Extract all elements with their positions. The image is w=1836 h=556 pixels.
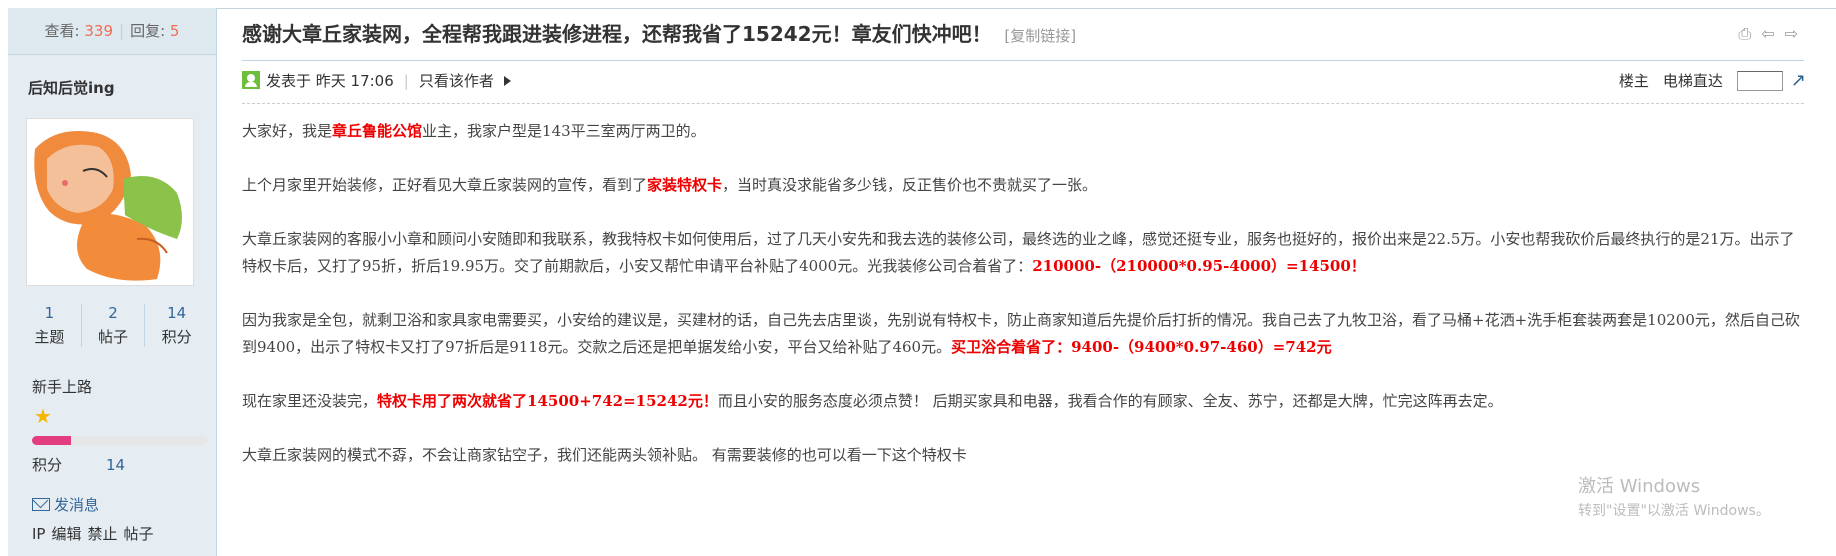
print-icon[interactable]: ⎙ bbox=[1738, 24, 1751, 44]
post-meta: 发表于 昨天 17:06 | 只看该作者 楼主 电梯直达 ↗ bbox=[242, 70, 1836, 98]
admin-edit-link[interactable]: 编辑 bbox=[51, 525, 81, 543]
paragraph-5: 现在家里还没装完，特权卡用了两次就省了14500+742=15242元！而且小安… bbox=[242, 392, 1503, 410]
only-author-link[interactable]: 只看该作者 bbox=[419, 72, 494, 90]
post-time: 发表于 昨天 17:06 bbox=[266, 72, 394, 90]
admin-links: IP 编辑 禁止 帖子 bbox=[32, 523, 160, 544]
floor-tools: 楼主 电梯直达 ↗ bbox=[1619, 70, 1806, 91]
thread-title: 感谢大章丘家装网，全程帮我跟进装修进程，还帮我省了15242元！章友们快冲吧！ bbox=[242, 22, 992, 46]
thread-title-row: 感谢大章丘家装网，全程帮我跟进装修进程，还帮我省了15242元！章友们快冲吧！ … bbox=[242, 14, 1836, 54]
replies-label: 回复: bbox=[130, 22, 166, 40]
replies-count: 5 bbox=[169, 22, 180, 40]
top-border bbox=[8, 8, 1836, 9]
author-sidebar: 查看: 339|回复: 5 后知后觉ing 1 主题 2 帖子 14 积分 bbox=[8, 8, 217, 556]
post-content: 大家好，我是章丘鲁能公馆业主，我家户型是143平三室两厅两卫的。 上个月家里开始… bbox=[242, 118, 1802, 496]
star-icon: ★ bbox=[34, 404, 52, 428]
send-message-link[interactable]: 发消息 bbox=[32, 494, 99, 515]
paragraph-1: 大家好，我是章丘鲁能公馆业主，我家户型是143平三室两厅两卫的。 bbox=[242, 122, 706, 140]
paragraph-3: 大章丘家装网的客服小小章和顾问小安随即和我联系，教我特权卡如何使用后，过了几天小… bbox=[242, 230, 1795, 275]
elevator-label: 电梯直达 bbox=[1662, 72, 1723, 90]
author-username[interactable]: 后知后觉ing bbox=[8, 55, 216, 99]
admin-ban-link[interactable]: 禁止 bbox=[88, 525, 118, 543]
admin-posts-link[interactable]: 帖子 bbox=[124, 525, 154, 543]
admin-ip-link[interactable]: IP bbox=[32, 525, 45, 543]
copy-link-button[interactable]: [复制链接] bbox=[1004, 27, 1076, 45]
paragraph-2: 上个月家里开始装修，正好看见大章丘家装网的宣传，看到了家装特权卡，当时真没求能省… bbox=[242, 176, 1098, 194]
thread-stats: 查看: 339 | 回复: 5 bbox=[8, 8, 216, 55]
floor-jump-input[interactable] bbox=[1736, 70, 1783, 91]
author-counts: 1 主题 2 帖子 14 积分 bbox=[18, 304, 208, 347]
title-tools: ⎙ ⇦ ⇨ bbox=[1738, 24, 1798, 44]
views-count: 339 bbox=[84, 22, 114, 40]
rank-progress-bar bbox=[32, 436, 208, 445]
avatar[interactable] bbox=[26, 118, 194, 286]
paragraph-6: 大章丘家装网的模式不孬，不会让商家钻空子，我们还能两头领补贴。 有需要装修的也可… bbox=[242, 446, 967, 464]
prev-thread-icon[interactable]: ⇦ bbox=[1761, 24, 1774, 44]
go-icon[interactable]: ↗ bbox=[1791, 70, 1806, 91]
next-thread-icon[interactable]: ⇨ bbox=[1785, 24, 1798, 44]
windows-activation-hint: 转到"设置"以激活 Windows。 bbox=[1578, 503, 1770, 519]
online-status-icon bbox=[242, 71, 260, 89]
count-threads[interactable]: 1 主题 bbox=[18, 304, 81, 347]
title-divider bbox=[242, 60, 1804, 61]
play-arrow-icon[interactable] bbox=[503, 76, 511, 86]
windows-activation-watermark: 激活 Windows bbox=[1578, 476, 1701, 497]
paragraph-4: 因为我家是全包，就剩卫浴和家具家电需要买，小安给的建议是，买建材的话，自己先去店… bbox=[242, 311, 1800, 356]
points-row: 积分 14 bbox=[32, 456, 126, 474]
count-points[interactable]: 14 积分 bbox=[144, 304, 208, 347]
mail-icon bbox=[32, 498, 50, 511]
count-posts[interactable]: 2 帖子 bbox=[80, 304, 145, 347]
floor-label: 楼主 bbox=[1618, 72, 1649, 90]
views-label: 查看: bbox=[44, 22, 80, 40]
user-rank: 新手上路 bbox=[32, 378, 93, 396]
meta-divider bbox=[242, 103, 1804, 104]
